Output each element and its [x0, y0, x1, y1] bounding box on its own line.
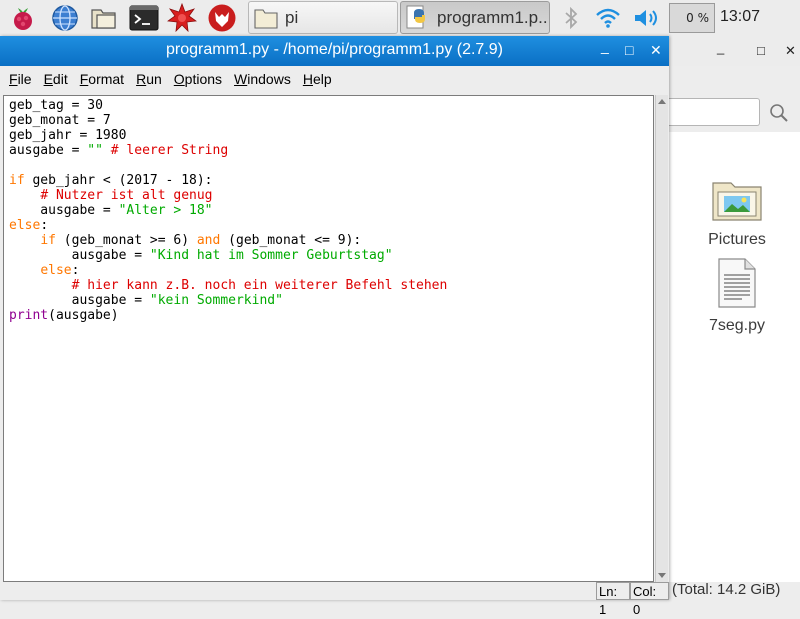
minimize-icon[interactable]: _: [717, 40, 724, 55]
code-line: geb_tag = 30: [9, 98, 103, 113]
menu-edit[interactable]: Edit: [44, 71, 68, 87]
file-manager-titlebar: _ □ ✕: [668, 36, 800, 66]
menu-options[interactable]: Options: [174, 71, 222, 87]
code-line: ausgabe = "" # leerer String: [9, 143, 229, 158]
maximize-icon[interactable]: □: [625, 42, 633, 58]
code-line: # Nutzer ist alt genug: [40, 188, 213, 203]
menu-run[interactable]: Run: [136, 71, 162, 87]
file-item-7seg[interactable]: 7seg.py: [682, 258, 792, 335]
close-icon[interactable]: ✕: [785, 43, 796, 59]
web-browser-icon[interactable]: [50, 3, 80, 33]
folder-icon: [254, 8, 278, 29]
maximize-icon[interactable]: □: [757, 43, 765, 58]
code-line: # hier kann z.B. noch ein weiterer Befeh…: [71, 278, 448, 293]
code-line: else:: [40, 263, 80, 278]
code-line: if geb_jahr < (2017 - 18):: [9, 173, 213, 188]
wolfram-icon[interactable]: [207, 3, 237, 33]
task-label-programm1: programm1.p...: [437, 7, 550, 27]
code-line: if (geb_monat >= 6) and (geb_monat <= 9)…: [40, 233, 362, 248]
file-item-label: 7seg.py: [708, 317, 766, 334]
vertical-scrollbar[interactable]: [655, 95, 668, 582]
code-line: print(ausgabe): [9, 308, 119, 323]
task-button-programm1[interactable]: programm1.p...: [400, 1, 550, 34]
menu-file[interactable]: File: [9, 71, 32, 87]
file-list: Pictures 7seg.py: [668, 132, 800, 582]
python-icon: [406, 5, 425, 28]
cursor-position: Ln: 1 Col: 0: [596, 582, 669, 617]
file-manager-window: _ □ ✕ Pictures 7seg.py (Total: 14.2 GiB): [668, 36, 800, 600]
wifi-icon[interactable]: [594, 3, 622, 33]
disk-status: (Total: 14.2 GiB): [672, 581, 781, 598]
code-line: ausgabe = "Kind hat im Sommer Geburtstag…: [9, 248, 393, 263]
scroll-down-icon[interactable]: [658, 573, 666, 578]
editor-titlebar[interactable]: programm1.py - /home/pi/programm1.py (2.…: [0, 36, 669, 66]
window-title: programm1.py - /home/pi/programm1.py (2.…: [165, 41, 503, 58]
clock[interactable]: 13:07: [720, 8, 760, 26]
code-line: else:: [9, 218, 49, 233]
task-label-pi: pi: [285, 7, 299, 27]
task-button-pi[interactable]: pi: [248, 1, 398, 34]
code-line: ausgabe = "kein Sommerkind": [9, 293, 283, 308]
code-editor[interactable]: geb_tag = 30 geb_monat = 7 geb_jahr = 19…: [3, 95, 654, 582]
pictures-folder-icon: [712, 182, 762, 221]
path-input[interactable]: [668, 98, 760, 126]
line-number: Ln: 1: [596, 582, 631, 617]
file-item-pictures[interactable]: Pictures: [682, 178, 792, 249]
cpu-usage-monitor[interactable]: 0 %: [669, 3, 715, 33]
volume-icon[interactable]: [632, 3, 662, 33]
scroll-up-icon[interactable]: [658, 99, 666, 104]
terminal-icon[interactable]: [129, 3, 159, 33]
cpu-usage-value: 0 %: [686, 11, 709, 25]
mathematica-icon[interactable]: [167, 3, 197, 33]
file-manager-icon[interactable]: [89, 3, 119, 33]
code-line: ausgabe = "Alter > 18": [9, 203, 213, 218]
editor-window: programm1.py - /home/pi/programm1.py (2.…: [0, 36, 669, 617]
minimize-icon[interactable]: _: [601, 38, 609, 54]
text-file-icon: [718, 258, 756, 308]
code-line: geb_monat = 7: [9, 113, 111, 128]
menu-format[interactable]: Format: [80, 71, 124, 87]
code-line: geb_jahr = 1980: [9, 128, 127, 143]
menu-bar: File Edit Format Run Options Windows Hel…: [0, 66, 669, 92]
raspberry-menu-icon[interactable]: [8, 3, 38, 33]
bluetooth-icon[interactable]: [560, 3, 582, 33]
menu-windows[interactable]: Windows: [234, 71, 291, 87]
go-icon[interactable]: [768, 102, 792, 129]
column-number: Col: 0: [630, 582, 669, 617]
file-item-label: Pictures: [708, 231, 766, 248]
taskbar: pi programm1.p... 0 % 13:07: [0, 0, 800, 37]
code-text[interactable]: geb_tag = 30 geb_monat = 7 geb_jahr = 19…: [4, 96, 653, 325]
close-icon[interactable]: ✕: [650, 42, 662, 59]
menu-help[interactable]: Help: [303, 71, 332, 87]
